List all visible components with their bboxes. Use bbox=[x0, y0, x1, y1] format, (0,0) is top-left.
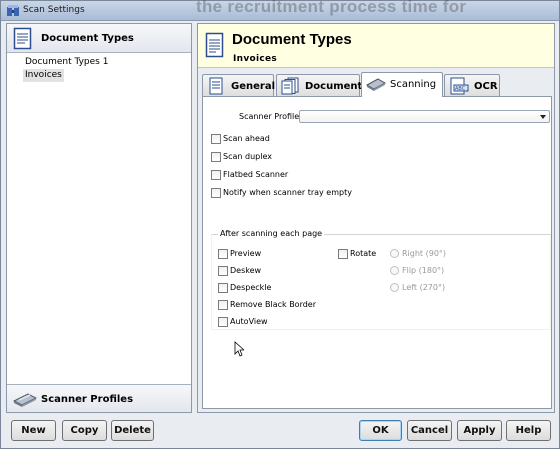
remove-black-border-label: Remove Black Border bbox=[230, 300, 317, 309]
ok-button[interactable]: OK bbox=[359, 420, 402, 441]
scan-duplex-label: Scan duplex bbox=[223, 152, 272, 161]
delete-button[interactable]: Delete bbox=[111, 420, 154, 441]
tree-item-invoices[interactable]: Invoices bbox=[23, 69, 64, 82]
document-icon bbox=[209, 77, 223, 95]
title-bar[interactable]: Scan Settings the recruitment process ti… bbox=[1, 0, 559, 21]
checkbox-box[interactable] bbox=[218, 299, 228, 310]
scanner-profile-select[interactable] bbox=[299, 110, 550, 123]
scanner-icon bbox=[366, 78, 386, 91]
notify-tray-empty-checkbox[interactable]: Notify when scanner tray empty bbox=[211, 187, 352, 199]
scanner-profiles-label: Scanner Profiles bbox=[41, 394, 134, 405]
chevron-down-icon bbox=[540, 115, 546, 119]
rotate-left-radio[interactable]: Left (270°) bbox=[390, 282, 445, 294]
notify-tray-empty-label: Notify when scanner tray empty bbox=[223, 188, 352, 197]
settings-tabs: General Document Scanning ABC OCR bbox=[202, 72, 552, 97]
scanner-profile-label: Scanner Profile: bbox=[239, 112, 302, 121]
after-scanning-group: After scanning each page Preview Deskew … bbox=[211, 229, 551, 330]
rotate-right-radio[interactable]: Right (90°) bbox=[390, 248, 446, 260]
page-subtitle: Invoices bbox=[233, 54, 278, 64]
documents-icon bbox=[281, 77, 299, 95]
tab-scanning[interactable]: Scanning bbox=[361, 72, 443, 97]
flatbed-scanner-label: Flatbed Scanner bbox=[223, 170, 289, 179]
scan-settings-window: Scan Settings the recruitment process ti… bbox=[0, 0, 560, 449]
tree-item-document-types-1[interactable]: Document Types 1 bbox=[23, 56, 110, 69]
document-type-header: Document Types Invoices bbox=[198, 24, 554, 68]
document-types-label: Document Types bbox=[41, 33, 134, 44]
right-panel: Document Types Invoices General Document… bbox=[197, 23, 555, 413]
left-panel: Document Types Document Types 1 Invoices… bbox=[6, 23, 192, 413]
rotate-left-label: Left (270°) bbox=[402, 283, 446, 292]
page-title: Document Types bbox=[232, 31, 352, 48]
rotate-right-label: Right (90°) bbox=[402, 249, 447, 258]
rotate-label: Rotate bbox=[350, 249, 377, 258]
help-button[interactable]: Help bbox=[506, 420, 551, 441]
copy-button[interactable]: Copy bbox=[62, 420, 107, 441]
svg-text:ABC: ABC bbox=[455, 86, 466, 92]
tab-document-label: Document bbox=[305, 81, 363, 92]
document-icon bbox=[13, 27, 32, 50]
background-ghost-text: the recruitment process time for bbox=[196, 0, 467, 16]
despeckle-label: Despeckle bbox=[230, 283, 272, 292]
new-button[interactable]: New bbox=[11, 420, 56, 441]
checkbox-box[interactable] bbox=[211, 151, 221, 162]
preview-label: Preview bbox=[230, 249, 262, 258]
tab-ocr[interactable]: ABC OCR bbox=[444, 74, 500, 96]
checkbox-box[interactable] bbox=[211, 133, 221, 144]
deskew-label: Deskew bbox=[230, 266, 262, 275]
checkbox-box[interactable] bbox=[338, 248, 348, 259]
scanning-tab-page: Scanner Profile: Scan ahead Scan duplex … bbox=[202, 96, 552, 409]
tab-general[interactable]: General bbox=[202, 74, 275, 96]
scan-app-icon bbox=[7, 5, 19, 16]
deskew-checkbox[interactable]: Deskew bbox=[218, 265, 261, 277]
rotate-checkbox[interactable]: Rotate bbox=[338, 248, 376, 260]
scanner-icon bbox=[13, 393, 37, 407]
tab-document[interactable]: Document bbox=[276, 74, 363, 96]
tab-scanning-label: Scanning bbox=[390, 79, 437, 90]
radio-circle[interactable] bbox=[390, 249, 399, 258]
checkbox-box[interactable] bbox=[218, 248, 228, 259]
checkbox-box[interactable] bbox=[218, 316, 228, 327]
scanner-profiles-header[interactable]: Scanner Profiles bbox=[7, 384, 191, 412]
document-types-header[interactable]: Document Types bbox=[7, 24, 191, 53]
ocr-icon: ABC bbox=[450, 77, 469, 95]
document-icon bbox=[205, 32, 224, 58]
remove-black-border-checkbox[interactable]: Remove Black Border bbox=[218, 299, 316, 311]
radio-circle[interactable] bbox=[390, 266, 399, 275]
autoview-label: AutoView bbox=[230, 317, 268, 326]
cancel-button[interactable]: Cancel bbox=[407, 420, 452, 441]
tab-ocr-label: OCR bbox=[474, 81, 498, 92]
scan-ahead-label: Scan ahead bbox=[223, 134, 270, 143]
flatbed-scanner-checkbox[interactable]: Flatbed Scanner bbox=[211, 169, 288, 181]
checkbox-box[interactable] bbox=[218, 265, 228, 276]
tab-general-label: General bbox=[231, 81, 275, 92]
despeckle-checkbox[interactable]: Despeckle bbox=[218, 282, 271, 294]
scan-duplex-checkbox[interactable]: Scan duplex bbox=[211, 151, 272, 163]
checkbox-box[interactable] bbox=[211, 187, 221, 198]
rotate-flip-radio[interactable]: Flip (180°) bbox=[390, 265, 444, 277]
preview-checkbox[interactable]: Preview bbox=[218, 248, 261, 260]
radio-circle[interactable] bbox=[390, 283, 399, 292]
checkbox-box[interactable] bbox=[211, 169, 221, 180]
checkbox-box[interactable] bbox=[218, 282, 228, 293]
rotate-flip-label: Flip (180°) bbox=[402, 266, 445, 275]
window-title: Scan Settings bbox=[23, 5, 85, 15]
after-scanning-legend: After scanning each page bbox=[218, 229, 325, 238]
mouse-cursor-icon bbox=[234, 341, 244, 357]
scan-ahead-checkbox[interactable]: Scan ahead bbox=[211, 133, 270, 145]
apply-button[interactable]: Apply bbox=[457, 420, 502, 441]
autoview-checkbox[interactable]: AutoView bbox=[218, 316, 268, 328]
